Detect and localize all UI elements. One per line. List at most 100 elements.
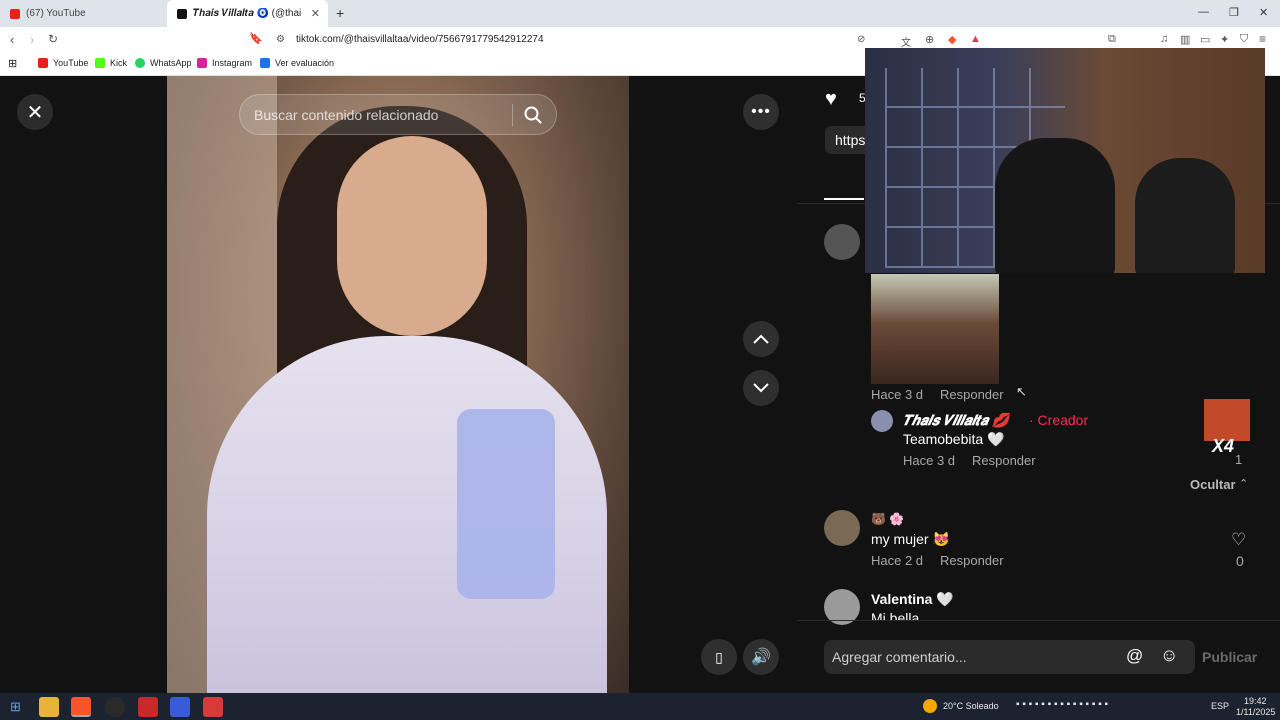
heart-icon[interactable]: ♥: [825, 88, 837, 111]
avatar[interactable]: [824, 510, 860, 546]
minimize-icon[interactable]: —: [1198, 6, 1209, 18]
app-icon[interactable]: [138, 697, 158, 717]
file-explorer-icon[interactable]: [39, 697, 59, 717]
bookmark-instagram[interactable]: Instagram: [197, 58, 252, 68]
bookmark-label: YouTube: [53, 58, 89, 68]
avatar[interactable]: [871, 410, 893, 432]
search-divider: [512, 104, 513, 126]
youtube-icon: [10, 8, 20, 19]
tab-youtube[interactable]: (67) YouTube: [0, 0, 165, 27]
app-icon[interactable]: [170, 697, 190, 717]
brave-shields-icon[interactable]: ◆: [948, 33, 956, 46]
video-frame: [457, 409, 555, 599]
search-icon[interactable]: [524, 106, 542, 124]
weather-text[interactable]: 20°C Soleado: [943, 701, 999, 711]
comment-author[interactable]: Valentina 🤍: [871, 591, 954, 608]
instagram-icon: [197, 58, 207, 68]
mention-icon[interactable]: @: [1126, 646, 1143, 666]
miniplayer-button[interactable]: ▯: [701, 639, 737, 675]
reload-icon[interactable]: ↻: [48, 32, 58, 46]
vpn-icon[interactable]: ⛉: [1240, 33, 1248, 46]
extensions-icon[interactable]: ⧉: [1108, 33, 1116, 46]
hide-replies-button[interactable]: Ocultar: [1190, 477, 1236, 492]
reply-button[interactable]: Responder: [940, 553, 1004, 568]
site-settings-icon[interactable]: ⚙: [276, 34, 285, 45]
related-search-box[interactable]: [239, 94, 557, 135]
close-window-icon[interactable]: ✕: [1259, 6, 1268, 19]
taskbar: ⊞ 20°C Soleado ▪ ▪ ▪ ▪ ▪ ▪ ▪ ▪ ▪ ▪ ▪ ▪ ▪…: [0, 693, 1280, 720]
more-options-button[interactable]: •••: [743, 94, 779, 130]
bookmark-icon[interactable]: 🔖: [249, 32, 263, 45]
comment-author[interactable]: 𝑻𝒉𝒂𝒊𝒔 𝑽𝒊𝒍𝒍𝒂𝒍𝒕𝒂 💋: [903, 412, 1009, 429]
clock-date[interactable]: 1/11/2025: [1236, 707, 1275, 717]
reply-button[interactable]: Responder: [940, 387, 1004, 402]
bookmark-evaluation[interactable]: Ver evaluación: [260, 58, 334, 68]
language-indicator[interactable]: ESP: [1211, 701, 1229, 711]
brave-rewards-icon[interactable]: ▲: [970, 33, 981, 45]
comment-input[interactable]: [832, 647, 1122, 667]
bookmark-label: WhatsApp: [150, 58, 192, 68]
sidebar-icon[interactable]: ▥: [1180, 33, 1190, 46]
like-heart-icon[interactable]: ♡: [1231, 530, 1246, 550]
comment-text: Mi bella: [871, 610, 920, 620]
restore-icon[interactable]: ❐: [1229, 6, 1239, 19]
video-frame: [337, 136, 487, 336]
bookmark-label: Instagram: [212, 58, 253, 68]
menu-icon[interactable]: ≡: [1259, 32, 1266, 46]
wallet-icon[interactable]: ▭: [1200, 33, 1210, 46]
tab-bar: (67) YouTube 𝑻𝒉𝒂𝒊𝒔 𝑽𝒊𝒍𝒍𝒂𝒍𝒕𝒂 🧿 (@thai ✕ +…: [0, 0, 1280, 27]
tray-icons[interactable]: ▪ ▪ ▪ ▪ ▪ ▪ ▪ ▪ ▪ ▪ ▪ ▪ ▪ ▪ ▪: [1016, 699, 1108, 710]
windows-start-icon[interactable]: ⊞: [10, 699, 21, 715]
no-cast-icon[interactable]: ⊘: [857, 34, 865, 45]
bookmark-youtube[interactable]: YouTube: [38, 58, 88, 68]
new-tab-button[interactable]: +: [336, 5, 344, 21]
tab-label: (67) YouTube: [26, 8, 86, 19]
comment-text: my mujer 😻: [871, 531, 950, 547]
previous-video-button[interactable]: [743, 321, 779, 357]
webcam-person: [995, 138, 1115, 273]
comment-time: Hace 2 d: [871, 553, 924, 568]
evaluation-icon: [260, 58, 270, 68]
volume-button[interactable]: 🔊: [743, 639, 779, 675]
avatar[interactable]: [824, 224, 860, 260]
close-tab-icon[interactable]: ✕: [311, 7, 320, 20]
search-input[interactable]: [254, 104, 504, 126]
like-count: 1: [1235, 452, 1243, 467]
apps-icon[interactable]: ⊞: [8, 57, 17, 70]
bookmark-whatsapp[interactable]: WhatsApp: [135, 58, 192, 68]
brave-icon[interactable]: [71, 697, 91, 717]
creator-badge: · Creador: [1029, 412, 1089, 428]
leo-icon[interactable]: ✦: [1220, 33, 1229, 46]
comment-time: Hace 3 d: [903, 453, 956, 468]
comment-image[interactable]: [871, 274, 999, 384]
bookmark-kick[interactable]: Kick: [95, 58, 127, 68]
bookmark-label: Kick: [110, 58, 128, 68]
comment-author[interactable]: 🐻 🌸: [871, 512, 904, 526]
media-icon[interactable]: ♫: [1160, 33, 1168, 45]
whatsapp-icon: [135, 58, 145, 68]
chevron-up-icon: ⌃: [1239, 478, 1249, 490]
divider: [797, 620, 1280, 621]
comment-text: Teamobebita 🤍: [903, 431, 1005, 447]
close-video-button[interactable]: ✕: [17, 94, 53, 130]
obs-icon[interactable]: [105, 697, 125, 717]
zoom-icon[interactable]: ⊕: [925, 33, 934, 46]
tiktok-page: ✕ ••• ▯ 🔊 ♥ 5 https Hace 3 d Responder: [0, 48, 1280, 693]
chevron-up-icon: [753, 334, 769, 344]
weather-icon: [923, 699, 937, 713]
video-player[interactable]: [167, 76, 629, 693]
tab-tiktok[interactable]: 𝑻𝒉𝒂𝒊𝒔 𝑽𝒊𝒍𝒍𝒂𝒍𝒕𝒂 🧿 (@thai ✕: [167, 0, 328, 27]
clock-time[interactable]: 19:42: [1244, 696, 1267, 706]
publish-button[interactable]: Publicar: [1202, 649, 1257, 665]
forward-icon[interactable]: ›: [30, 32, 34, 47]
sticker-image: [1204, 399, 1250, 441]
reply-button[interactable]: Responder: [972, 453, 1036, 468]
comment-composer[interactable]: @ ☺: [824, 640, 1195, 674]
next-video-button[interactable]: [743, 370, 779, 406]
emoji-icon[interactable]: ☺: [1160, 645, 1178, 666]
url-field[interactable]: tiktok.com/@thaisvillaltaa/video/7566791…: [296, 34, 544, 45]
translate-icon[interactable]: 文: [901, 34, 911, 49]
back-icon[interactable]: ‹: [10, 32, 14, 47]
app-icon[interactable]: [203, 697, 223, 717]
comment-text-clip: Mi bella: [871, 610, 971, 620]
